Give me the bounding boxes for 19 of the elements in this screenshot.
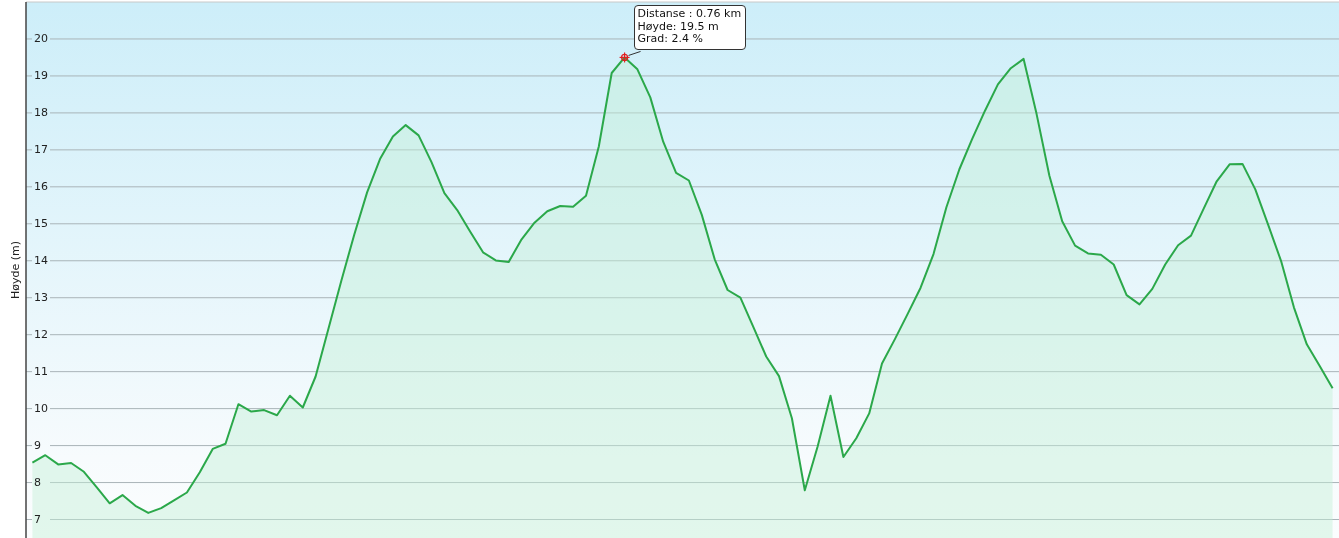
y-tick-label: 20: [34, 32, 48, 46]
y-tick-label: 10: [34, 402, 48, 416]
y-tick-label: 16: [34, 180, 48, 194]
tooltip-line: Distanse : 0.76 km: [637, 8, 742, 21]
y-tick-label: 15: [34, 217, 48, 231]
y-tick-label: 19: [34, 69, 48, 83]
tooltip-line: Grad: 2.4 %: [637, 33, 704, 46]
y-tick-label: 13: [34, 291, 48, 305]
y-tick-label: 18: [34, 106, 48, 120]
crosshair-icon: [618, 51, 631, 64]
y-tick-label: 12: [34, 328, 48, 342]
tooltip-line: Høyde: 19.5 m: [637, 20, 720, 34]
y-tick-label: 11: [34, 365, 48, 379]
y-tick-label: 8: [34, 476, 41, 490]
y-tick-label: 14: [34, 254, 48, 268]
y-tick-label: 7: [34, 513, 41, 526]
axis-title: Høyde (m): [9, 240, 22, 300]
y-tick-label: 17: [34, 143, 48, 157]
y-tick-label: 9: [34, 439, 41, 453]
